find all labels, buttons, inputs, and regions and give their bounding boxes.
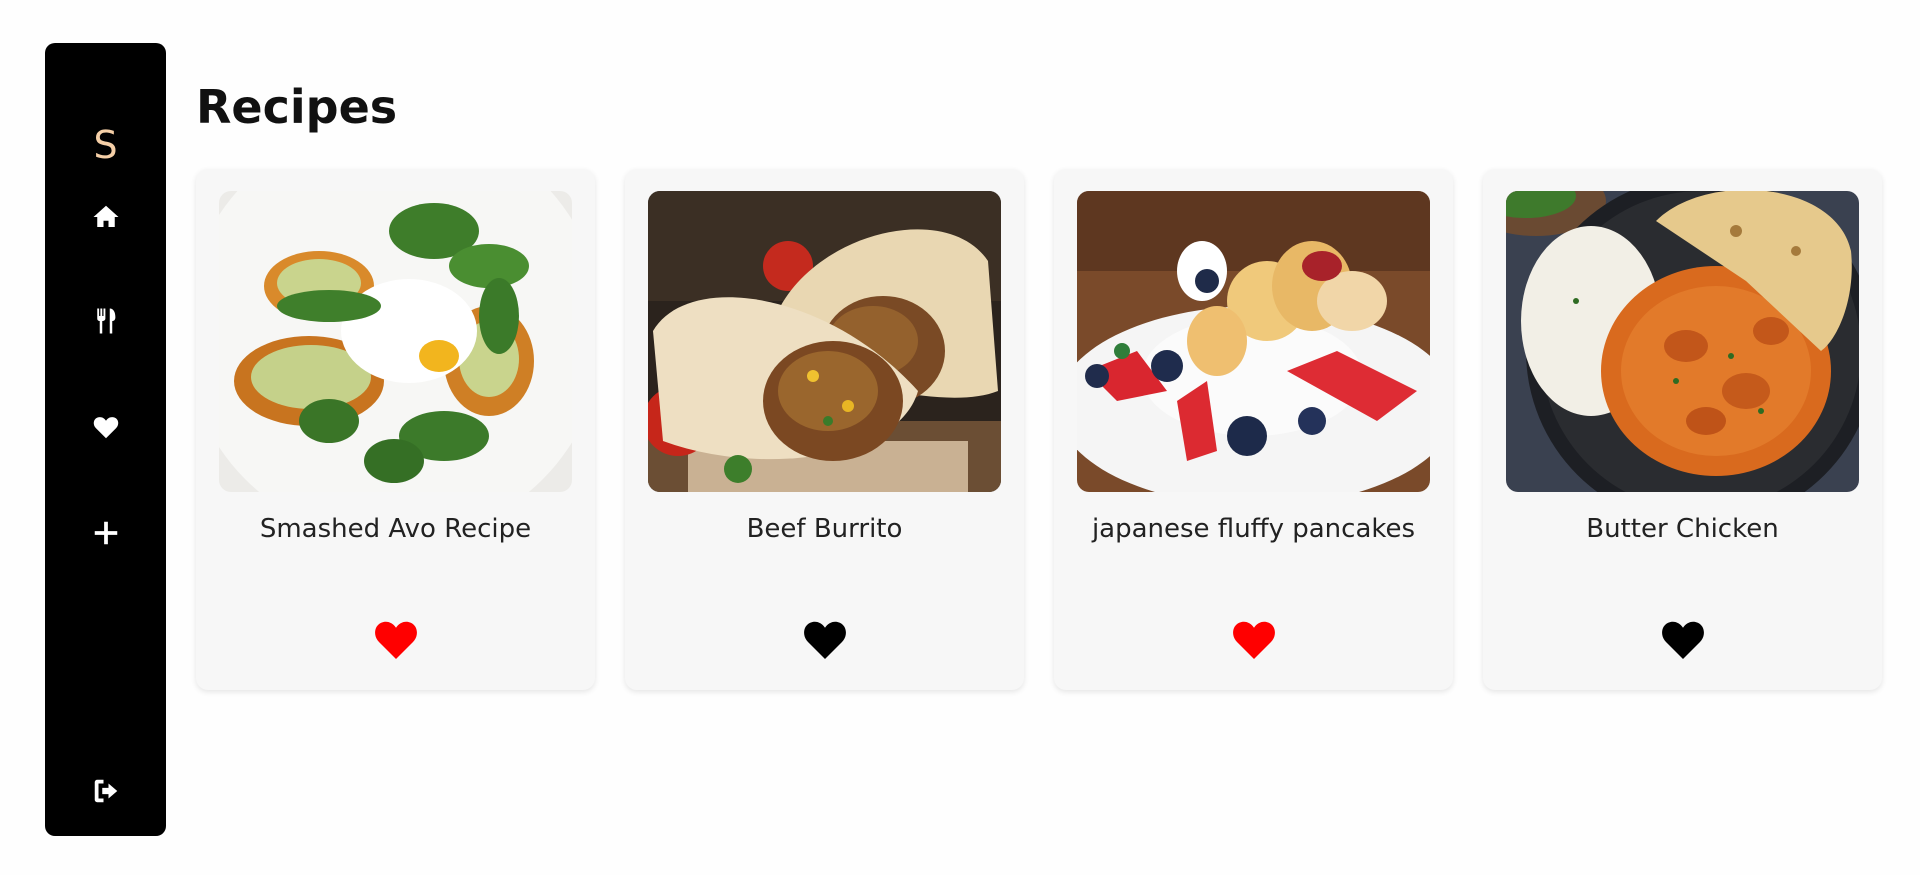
- recipe-card[interactable]: Smashed Avo Recipe: [196, 169, 595, 690]
- recipe-card[interactable]: Beef Burrito: [625, 169, 1024, 690]
- smashed-avo-photo[interactable]: [219, 191, 572, 492]
- heart-icon: [374, 621, 417, 659]
- utensils-icon: [96, 308, 115, 334]
- sign-out-icon: [94, 779, 117, 803]
- page-title: Recipes: [196, 80, 398, 134]
- recipe-card[interactable]: japanese fluffy pancakes: [1054, 169, 1453, 690]
- favorite-button[interactable]: [372, 617, 420, 661]
- sidebar-item-favorites[interactable]: [45, 405, 166, 449]
- recipe-grid: Smashed Avo Recipe Beef Burrito japanese…: [196, 169, 1882, 690]
- recipe-title: Butter Chicken: [1586, 514, 1779, 544]
- sidebar-item-add[interactable]: [45, 511, 166, 555]
- app-logo[interactable]: S: [45, 126, 166, 164]
- heart-icon: [803, 621, 846, 659]
- recipe-title: Beef Burrito: [746, 514, 903, 544]
- recipe-card[interactable]: Butter Chicken: [1483, 169, 1882, 690]
- sidebar: S: [45, 43, 166, 836]
- fluffy-pancakes-photo[interactable]: [1077, 191, 1430, 492]
- favorite-button[interactable]: [1230, 617, 1278, 661]
- heart-icon: [1661, 621, 1704, 659]
- home-icon: [93, 205, 118, 227]
- favorite-button[interactable]: [1659, 617, 1707, 661]
- heart-icon: [93, 417, 118, 439]
- sidebar-item-recipes[interactable]: [45, 299, 166, 343]
- sidebar-item-logout[interactable]: [45, 769, 166, 813]
- heart-icon: [1232, 621, 1275, 659]
- sidebar-item-home[interactable]: [45, 195, 166, 239]
- beef-burrito-photo[interactable]: [648, 191, 1001, 492]
- plus-icon: [94, 521, 117, 545]
- recipe-title: japanese fluffy pancakes: [1091, 514, 1416, 544]
- recipe-title: Smashed Avo Recipe: [259, 514, 532, 544]
- butter-chicken-photo[interactable]: [1506, 191, 1859, 492]
- favorite-button[interactable]: [801, 617, 849, 661]
